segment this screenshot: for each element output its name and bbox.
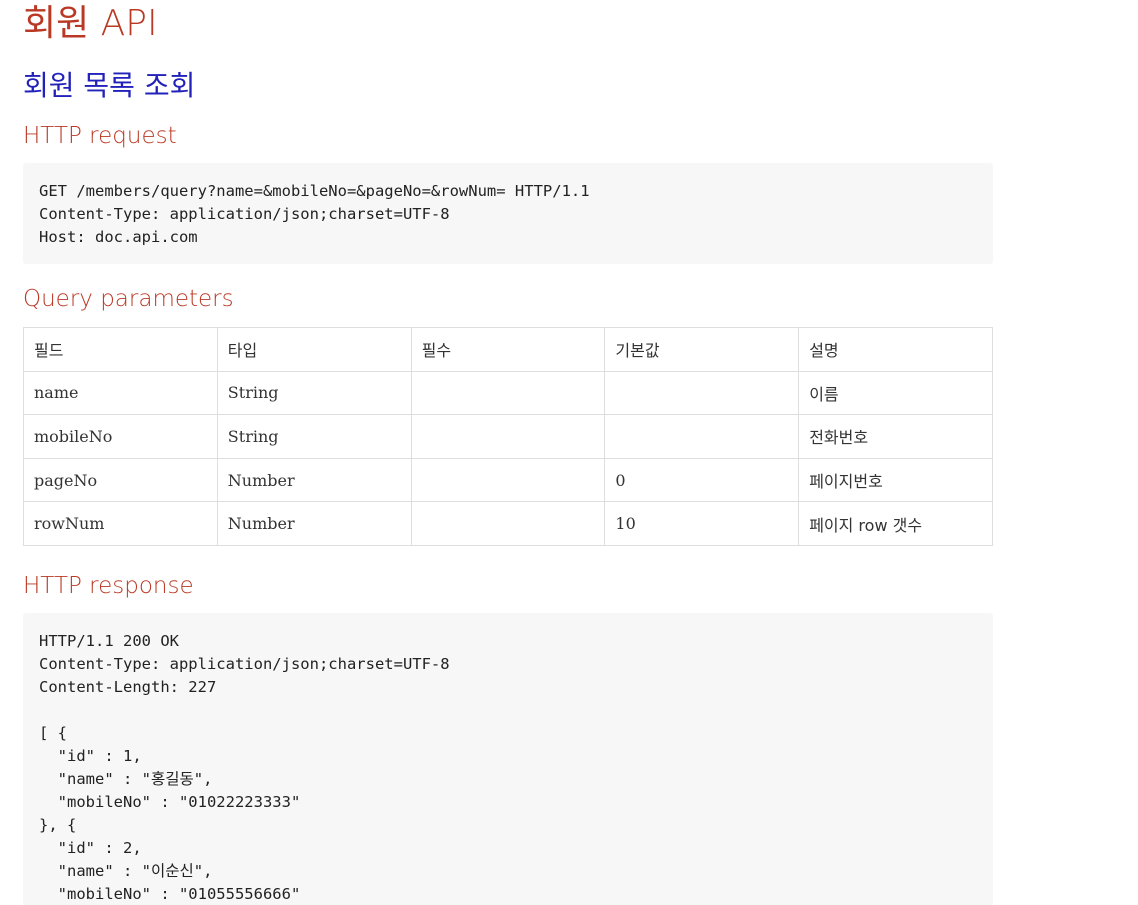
cell-required [410,414,606,459]
column-header-type: 타입 [216,327,412,372]
cell-type: Number [216,457,412,503]
column-header-default: 기본값 [604,327,800,372]
column-header-required: 필수 [410,327,606,372]
cell-field: mobileNo [23,414,218,459]
cell-field: rowNum [23,501,218,546]
table-header-row: 필드 타입 필수 기본값 설명 [23,327,993,372]
cell-field: name [23,370,218,416]
table-row: pageNo Number 0 페이지번호 [23,457,993,503]
cell-default [604,414,800,459]
http-response-heading: HTTP response [23,573,194,599]
column-header-description: 설명 [798,327,993,372]
cell-default: 10 [604,501,800,546]
http-request-code: GET /members/query?name=&mobileNo=&pageN… [23,163,993,264]
column-header-field: 필드 [23,327,218,372]
cell-type: Number [216,501,412,546]
page-title: 회원 API [23,3,158,44]
http-response-code: HTTP/1.1 200 OK Content-Type: applicatio… [23,613,993,905]
cell-field: pageNo [23,457,218,503]
query-parameters-table: 필드 타입 필수 기본값 설명 name String 이름 mobileNo … [23,327,993,546]
http-request-heading: HTTP request [23,123,177,149]
cell-required [410,370,606,416]
cell-required [410,501,606,546]
table-row: mobileNo String 전화번호 [23,414,993,459]
query-parameters-heading: Query parameters [23,286,234,312]
cell-description: 이름 [798,370,993,416]
table-row: rowNum Number 10 페이지 row 갯수 [23,501,993,546]
cell-description: 전화번호 [798,414,993,459]
table-row: name String 이름 [23,370,993,416]
cell-required [410,457,606,503]
cell-default [604,370,800,416]
cell-description: 페이지번호 [798,457,993,503]
cell-type: String [216,370,412,416]
cell-default: 0 [604,457,800,503]
cell-type: String [216,414,412,459]
cell-description: 페이지 row 갯수 [798,501,993,546]
section-title: 회원 목록 조회 [23,69,196,102]
